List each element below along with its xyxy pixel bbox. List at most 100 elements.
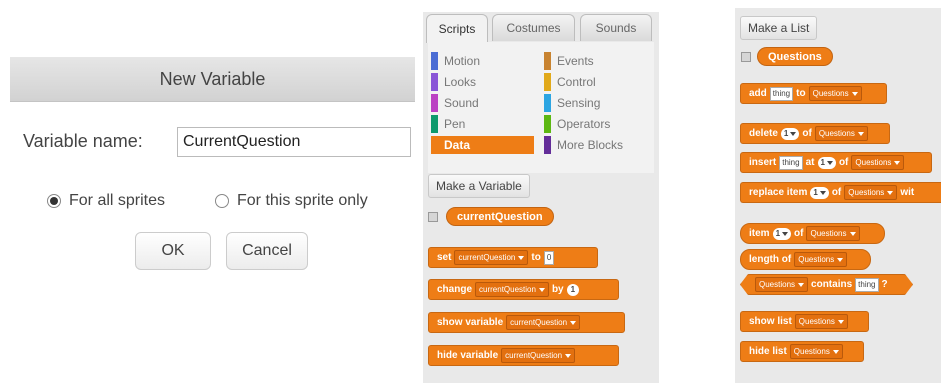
list-dropdown[interactable]: Questions (794, 252, 848, 267)
category-label: Motion (444, 54, 481, 68)
block-text: hide variable (437, 350, 499, 361)
category-sound[interactable]: Sound (431, 94, 531, 112)
insert-at-list-block[interactable]: insert thing at 1 of Questions (740, 152, 932, 173)
radio-for-all-sprites-label: For all sprites (69, 192, 166, 209)
index-dropdown[interactable]: 1 (817, 156, 836, 169)
text-input[interactable]: thing (779, 155, 803, 170)
radio-unselected-icon (215, 194, 229, 208)
block-text: by (551, 284, 564, 295)
category-label: Control (557, 75, 596, 89)
block-text: to (531, 252, 541, 263)
delete-of-list-block[interactable]: delete 1 of Questions (740, 123, 890, 144)
block-text: to (796, 88, 806, 99)
block-text: contains (811, 279, 853, 290)
block-text: of (838, 157, 849, 168)
index-dropdown[interactable]: 1 (780, 127, 800, 140)
list-dropdown[interactable]: Questions (789, 344, 843, 359)
category-label: More Blocks (557, 138, 624, 152)
category-motion[interactable]: Motion (431, 52, 531, 70)
item-of-list-reporter[interactable]: item 1 of Questions (740, 223, 885, 244)
block-text: hide list (749, 346, 787, 357)
set-variable-block[interactable]: set currentQuestion to 0 (428, 247, 598, 268)
block-text: length of (749, 254, 792, 265)
variable-dropdown[interactable]: currentQuestion (454, 250, 529, 265)
category-data[interactable]: Data (431, 136, 534, 154)
index-dropdown[interactable]: 1 (772, 227, 792, 240)
more-blocks-color-swatch (544, 136, 551, 154)
change-variable-block[interactable]: change currentQuestion by 1 (428, 279, 619, 300)
list-dropdown[interactable]: Questions (814, 126, 868, 141)
replace-item-block[interactable]: replace item 1 of Questions wit (740, 182, 941, 203)
category-label: Sensing (557, 96, 601, 110)
block-text: of (794, 228, 804, 239)
category-selector: Motion Looks Sound Pen Data Events Contr… (428, 42, 654, 173)
cancel-button[interactable]: Cancel (226, 232, 308, 270)
show-list-checkbox[interactable] (741, 52, 751, 62)
list-dropdown[interactable]: Questions (851, 155, 905, 170)
radio-for-this-sprite-only[interactable]: For this sprite only (215, 192, 368, 210)
category-pen[interactable]: Pen (431, 115, 531, 133)
category-more-blocks[interactable]: More Blocks (544, 136, 649, 154)
tab-scripts[interactable]: Scripts (426, 14, 488, 43)
text-input[interactable]: thing (769, 86, 794, 101)
category-operators[interactable]: Operators (544, 115, 649, 133)
list-dropdown[interactable]: Questions (755, 277, 808, 292)
variable-name-label: Variable name: (23, 131, 143, 151)
list-blocks-panel: Make a List Questions add thing to Quest… (735, 8, 941, 383)
block-text: insert (749, 157, 777, 168)
dialog-title: New Variable (10, 57, 415, 102)
variable-dropdown[interactable]: currentQuestion (475, 282, 549, 297)
block-text: item (749, 228, 770, 239)
sound-color-swatch (431, 94, 438, 112)
text-input[interactable]: thing (855, 278, 878, 292)
category-sensing[interactable]: Sensing (544, 94, 649, 112)
show-list-block[interactable]: show list Questions (740, 311, 869, 332)
block-text: ? (881, 279, 888, 290)
index-dropdown[interactable]: 1 (810, 186, 829, 199)
list-dropdown[interactable]: Questions (794, 314, 848, 329)
category-looks[interactable]: Looks (431, 73, 531, 91)
block-text: change (437, 284, 473, 295)
scripts-palette-panel: Scripts Costumes Sounds Motion Looks Sou… (423, 12, 659, 383)
variable-reporter-block[interactable]: currentQuestion (446, 207, 554, 226)
list-reporter-block[interactable]: Questions (757, 47, 833, 66)
operators-color-swatch (544, 115, 551, 133)
show-variable-block[interactable]: show variable currentQuestion (428, 312, 625, 333)
radio-selected-icon (47, 194, 61, 208)
block-text: of (831, 187, 842, 198)
category-label: Looks (444, 75, 477, 89)
new-variable-dialog: New Variable Variable name: For all spri… (0, 0, 425, 383)
list-contains-boolean[interactable]: Questions contains thing ? (740, 274, 913, 295)
data-color-swatch (431, 136, 438, 154)
block-text: set (437, 252, 452, 263)
radio-for-this-sprite-only-label: For this sprite only (237, 192, 368, 209)
variable-dropdown[interactable]: currentQuestion (501, 348, 576, 363)
category-control[interactable]: Control (544, 73, 649, 91)
tab-costumes[interactable]: Costumes (492, 14, 575, 41)
looks-color-swatch (431, 73, 438, 91)
block-text: replace item (749, 187, 808, 198)
hide-list-block[interactable]: hide list Questions (740, 341, 864, 362)
make-a-list-button[interactable]: Make a List (740, 16, 818, 40)
category-label: Operators (557, 117, 611, 131)
show-variable-checkbox[interactable] (428, 212, 438, 222)
tab-sounds[interactable]: Sounds (580, 14, 652, 41)
add-to-list-block[interactable]: add thing to Questions (740, 83, 887, 104)
radio-for-all-sprites[interactable]: For all sprites (47, 192, 165, 210)
value-input[interactable]: 0 (543, 250, 555, 265)
hide-variable-block[interactable]: hide variable currentQuestion (428, 345, 619, 366)
ok-button[interactable]: OK (135, 232, 211, 270)
number-input[interactable]: 1 (566, 283, 580, 296)
list-dropdown[interactable]: Questions (844, 185, 898, 200)
category-label: Events (557, 54, 594, 68)
variable-name-input[interactable] (177, 127, 411, 157)
pen-color-swatch (431, 115, 438, 133)
variable-dropdown[interactable]: currentQuestion (506, 315, 581, 330)
block-text: show list (749, 316, 792, 327)
make-a-variable-button[interactable]: Make a Variable (428, 174, 530, 198)
list-dropdown[interactable]: Questions (808, 86, 862, 101)
length-of-list-reporter[interactable]: length of Questions (740, 249, 871, 270)
block-text: wit (900, 187, 915, 198)
category-events[interactable]: Events (544, 52, 649, 70)
list-dropdown[interactable]: Questions (806, 226, 860, 241)
